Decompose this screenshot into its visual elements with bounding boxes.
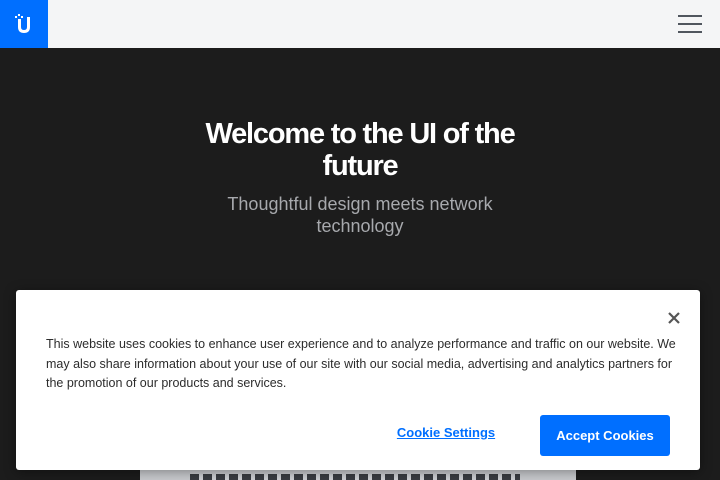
cookie-consent-banner: This website uses cookies to enhance use… bbox=[16, 290, 700, 470]
top-navigation-bar bbox=[0, 0, 720, 48]
hero-subtitle: Thoughtful design meets network technolo… bbox=[227, 194, 493, 236]
cookie-message: This website uses cookies to enhance use… bbox=[46, 337, 676, 390]
hamburger-menu-button[interactable] bbox=[678, 15, 702, 33]
close-button[interactable] bbox=[666, 310, 682, 326]
menu-bar-icon bbox=[678, 23, 702, 25]
menu-bar-icon bbox=[678, 15, 702, 17]
cookie-settings-link[interactable]: Cookie Settings bbox=[396, 425, 496, 440]
brand-logo[interactable] bbox=[0, 0, 48, 48]
ubiquiti-logo-icon bbox=[15, 14, 30, 33]
hero-title: Welcome to the UI of the future bbox=[205, 118, 515, 182]
close-icon bbox=[668, 312, 680, 324]
switch-ports bbox=[190, 474, 520, 480]
menu-bar-icon bbox=[678, 31, 702, 33]
accept-cookies-button[interactable]: Accept Cookies bbox=[540, 415, 670, 456]
